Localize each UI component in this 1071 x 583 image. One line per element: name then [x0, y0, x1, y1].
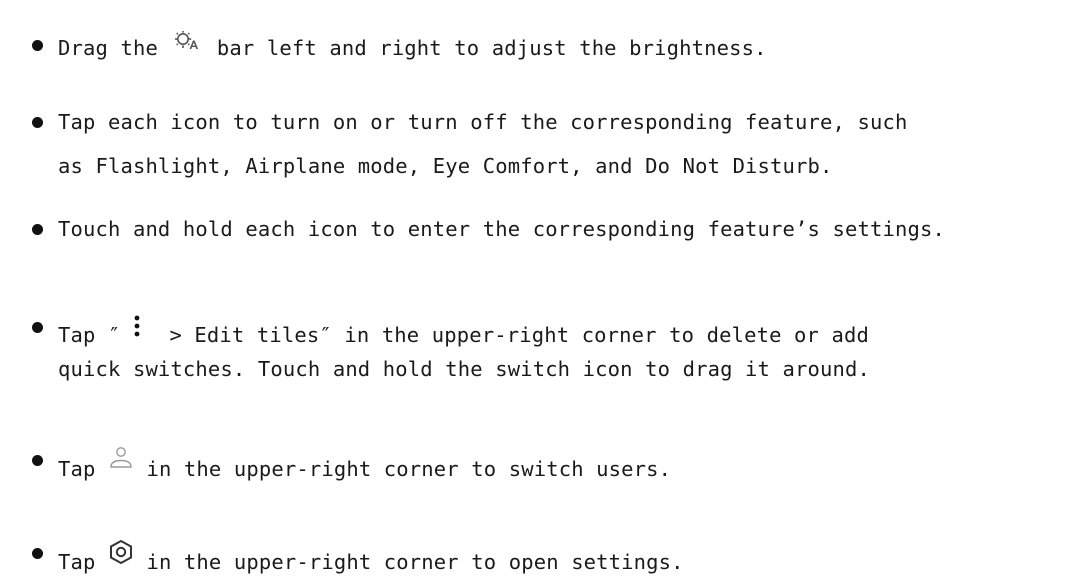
bullet-dot: [32, 322, 43, 333]
text-after-icon: bar left and right to adjust the brightn…: [204, 36, 767, 60]
text-after-icon: in the upper-right corner to switch user…: [133, 457, 672, 481]
bullet-dot: [32, 548, 43, 559]
list-item-line-1: Tap each icon to turn on or turn off the…: [58, 110, 908, 134]
brightness-auto-icon: [170, 31, 204, 57]
list-item-text: Tap in the upper-right corner to switch …: [58, 446, 671, 482]
bullet-dot: [32, 117, 43, 128]
bullet-dot: [32, 455, 43, 466]
list-item-line-2: as Flashlight, Airplane mode, Eye Comfor…: [58, 154, 833, 178]
text-before-icon: Tap ″: [58, 323, 121, 347]
text-after-icon: > Edit tiles″ in the upper-right corner …: [144, 323, 870, 347]
bullet-dot: [32, 40, 43, 51]
text-before-icon: Tap: [58, 457, 108, 481]
instruction-list: Drag the bar left and right to adjust th…: [0, 0, 1071, 583]
bullet-dot: [32, 224, 43, 235]
list-item-text: Drag the bar left and right to adjust th…: [58, 31, 767, 61]
text-after-icon: in the upper-right corner to open settin…: [133, 550, 684, 574]
list-item-text: Touch and hold each icon to enter the co…: [58, 217, 945, 241]
text-before-icon: Tap: [58, 550, 108, 574]
settings-icon: [108, 539, 134, 567]
more-vertical-icon: [130, 314, 144, 344]
list-item-line-1: Tap ″ > Edit tiles″ in the upper-right c…: [58, 314, 869, 348]
list-item-line-2: quick switches. Touch and hold the switc…: [58, 357, 870, 381]
list-item-text: Tap in the upper-right corner to open se…: [58, 539, 684, 575]
text-before-icon: Drag the: [58, 36, 171, 60]
user-icon: [108, 446, 134, 474]
